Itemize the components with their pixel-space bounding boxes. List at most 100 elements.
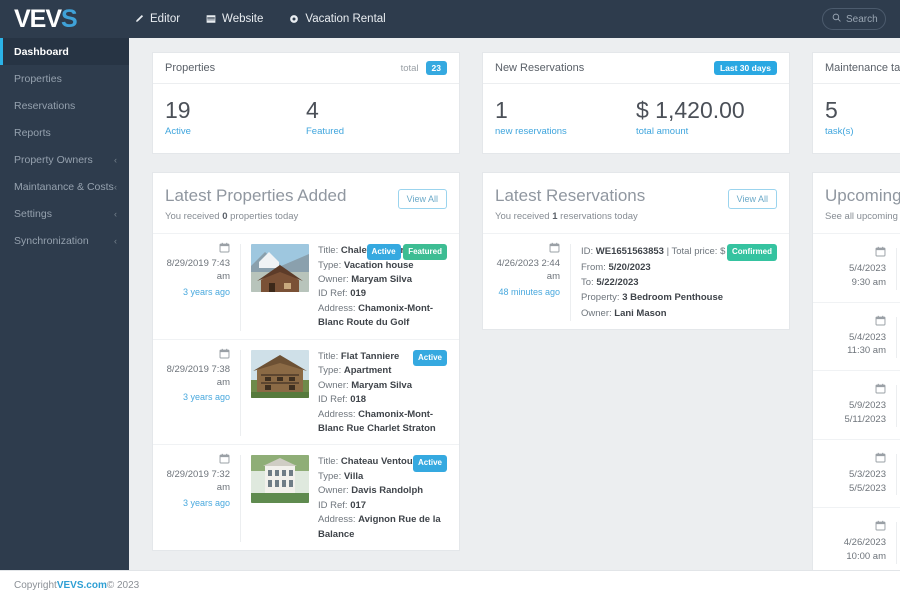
- footer-copyright-post: © 2023: [106, 580, 140, 591]
- card-maintenance-tasks-body: 5 task(s): [813, 84, 900, 153]
- calendar-icon: [875, 520, 886, 534]
- dashboard-columns: Properties total 23 19 Active 4 Featured: [152, 52, 900, 570]
- property-tags: Active: [412, 455, 447, 474]
- view-all-properties-button[interactable]: View All: [397, 189, 447, 210]
- label-property: Property:: [581, 292, 620, 304]
- logo-accent: S: [61, 4, 78, 33]
- footer-copyright-pre: Copyright: [14, 580, 57, 591]
- sidebar-item-synchronization[interactable]: Synchronization ‹: [0, 227, 129, 254]
- sidebar-item-maintenance-costs[interactable]: Maintanance & Costs ‹: [0, 173, 129, 200]
- task-date-line1: 5/4/2023: [849, 331, 886, 343]
- reservation-owner: Lani Mason: [614, 307, 667, 319]
- property-date: 8/29/2019 7:43 am: [166, 258, 230, 282]
- property-id-ref: 017: [350, 499, 367, 511]
- property-row[interactable]: 8/29/2019 7:38 am 3 years ago Title: Fla…: [153, 338, 459, 445]
- task-row-date: 5/9/2023 5/11/2023: [825, 383, 897, 427]
- column-maintenance: Maintenance tasks 5 task(s) Upcoming tas…: [812, 52, 900, 570]
- stat-tasks-label[interactable]: task(s): [825, 126, 900, 137]
- sidebar-item-dashboard[interactable]: Dashboard: [0, 38, 129, 65]
- task-row[interactable]: 5/3/2023 5/5/2023: [813, 438, 900, 508]
- task-date-line2: 5/5/2023: [849, 482, 886, 494]
- label-type: Type:: [318, 365, 342, 377]
- property-row[interactable]: 8/29/2019 7:43 am 3 years ago Title: Cha…: [153, 233, 459, 339]
- stat-active: 19 Active: [165, 98, 306, 137]
- sidebar-item-reports[interactable]: Reports: [0, 119, 129, 146]
- stat-active-label[interactable]: Active: [165, 126, 306, 137]
- calendar-icon: [875, 383, 886, 397]
- task-row[interactable]: 5/4/2023 9:30 am: [813, 233, 900, 302]
- property-thumbnail[interactable]: [251, 349, 309, 398]
- label-title: Title:: [318, 245, 339, 257]
- stat-total-amount-value: $ 1,420.00: [636, 97, 745, 123]
- reservation-row[interactable]: 4/26/2023 2:44 am 48 minutes ago ID: WE1…: [483, 233, 789, 329]
- stat-featured-label[interactable]: Featured: [306, 126, 447, 137]
- sidebar-label-maintenance-costs: Maintanance & Costs: [14, 180, 114, 193]
- reservation-to: 5/22/2023: [596, 276, 639, 288]
- property-row-date: 8/29/2019 7:32 am 3 years ago: [165, 454, 241, 543]
- topnav-item-vacation-rental[interactable]: Vacation Rental: [289, 13, 386, 25]
- view-all-reservations-button[interactable]: View All: [727, 189, 777, 210]
- property-thumbnail[interactable]: [251, 244, 309, 293]
- label-address: Address:: [318, 408, 356, 420]
- card-maintenance-tasks-title: Maintenance tasks: [825, 62, 900, 74]
- footer-brand-link[interactable]: VEVS.com: [57, 580, 107, 591]
- sidebar-item-reservations[interactable]: Reservations: [0, 92, 129, 119]
- reservation-property: 3 Bedroom Penthouse: [622, 292, 724, 304]
- task-date-line2: 11:30 am: [847, 345, 886, 357]
- sidebar-item-property-owners[interactable]: Property Owners ‹: [0, 146, 129, 173]
- property-id-ref: 018: [350, 394, 367, 406]
- search-input[interactable]: Search: [822, 8, 886, 30]
- main-content: Properties total 23 19 Active 4 Featured: [129, 38, 900, 570]
- subtitle-post: reservations today: [557, 211, 638, 223]
- label-owner: Owner:: [318, 379, 349, 391]
- card-new-reservations: New Reservations Last 30 days 1 new rese…: [482, 52, 790, 155]
- label-address: Address:: [318, 514, 356, 526]
- gear-icon: [289, 14, 299, 24]
- task-row[interactable]: 4/26/2023 10:00 am: [813, 507, 900, 570]
- reservation-row-date: 4/26/2023 2:44 am 48 minutes ago: [495, 242, 571, 322]
- label-title: Title:: [318, 456, 339, 468]
- panel-upcoming-tasks-header: Upcoming tasks See all upcoming tasks fo…: [813, 173, 900, 233]
- topnav-item-website[interactable]: Website: [206, 13, 263, 25]
- chevron-left-icon: ‹: [114, 154, 117, 165]
- task-date-line2: 5/11/2023: [844, 413, 886, 425]
- status-badge-active: Active: [412, 455, 447, 472]
- label-owner: Owner:: [581, 307, 612, 319]
- reservation-id: WE1651563853: [595, 246, 664, 258]
- property-info: Title: Chalet Lumiere Type: Vacation hou…: [318, 244, 447, 331]
- subtitle-pre: You received: [495, 211, 553, 223]
- status-badge-confirmed: Confirmed: [727, 244, 777, 262]
- app-logo[interactable]: VEVS: [0, 4, 130, 33]
- label-from: From:: [581, 261, 606, 273]
- sidebar-item-properties[interactable]: Properties: [0, 65, 129, 92]
- topnav-item-editor[interactable]: Editor: [134, 13, 180, 25]
- task-row[interactable]: 5/4/2023 11:30 am: [813, 301, 900, 371]
- sidebar-label-synchronization: Synchronization: [14, 234, 89, 247]
- property-info: Title: Flat Tanniere Type: Apartment Own…: [318, 349, 447, 437]
- property-row[interactable]: 8/29/2019 7:32 am 3 years ago Title: Cha…: [153, 444, 459, 550]
- stat-featured: 4 Featured: [306, 98, 447, 137]
- top-bar: VEVS Editor Website Vacation Rental Sear…: [0, 0, 900, 38]
- stat-new-reservations-label[interactable]: new reservations: [495, 126, 636, 137]
- sidebar-label-properties: Properties: [14, 72, 62, 85]
- property-id-ref: 019: [350, 288, 367, 300]
- sidebar-item-settings[interactable]: Settings ‹: [0, 200, 129, 227]
- logo-text: VEV: [14, 4, 62, 33]
- property-tags: Active Featured: [366, 244, 447, 263]
- property-thumbnail[interactable]: [251, 455, 309, 504]
- subtitle-post: properties today: [227, 211, 299, 223]
- task-row[interactable]: 5/9/2023 5/11/2023: [813, 370, 900, 439]
- label-type: Type:: [318, 259, 342, 271]
- property-date: 8/29/2019 7:32 am: [166, 469, 230, 494]
- task-row-date: 5/4/2023 9:30 am: [825, 246, 897, 290]
- stat-featured-value: 4: [306, 97, 319, 123]
- property-type: Villa: [343, 470, 364, 482]
- period-badge: Last 30 days: [713, 61, 777, 75]
- stat-total-amount: $ 1,420.00 total amount: [636, 98, 777, 137]
- calendar-icon: [219, 348, 230, 362]
- status-badge-featured: Featured: [403, 244, 447, 261]
- card-new-reservations-badge-wrap: Last 30 days: [713, 61, 777, 75]
- panel-upcoming-tasks-title: Upcoming tasks: [825, 186, 900, 206]
- stat-total-amount-label[interactable]: total amount: [636, 126, 777, 137]
- calendar-icon: [875, 452, 886, 466]
